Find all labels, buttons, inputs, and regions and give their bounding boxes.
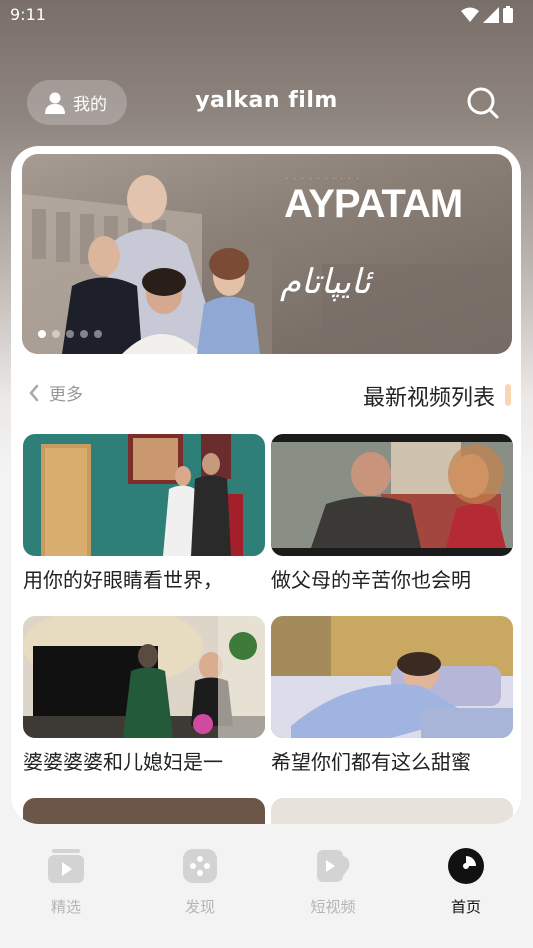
bottom-tab-bar: 精选 发现 短视频 首页 [0,832,533,948]
status-icons [461,6,513,23]
video-card[interactable]: 用你的好眼睛看世界， [23,434,265,593]
battery-icon [503,6,513,23]
more-link[interactable]: 更多 [29,380,83,405]
video-caption[interactable]: 希望你们都有这么甜蜜 [271,746,513,775]
carousel-indicators [38,330,102,338]
carousel-dot[interactable] [94,330,102,338]
banner-script-title: ئايپاتام [280,262,371,302]
video-card[interactable] [23,798,265,824]
video-caption[interactable]: 婆婆婆婆和儿媳妇是一 [23,746,265,775]
tab-home[interactable]: 首页 [426,846,506,917]
more-label: 更多 [49,385,83,405]
tab-label: 发现 [184,898,215,916]
video-thumbnail[interactable] [271,434,513,556]
search-icon[interactable] [466,86,500,120]
status-time: 9:11 [10,5,46,24]
banner-title: AYPATAM [284,182,463,226]
brand-logo: yalkan film [195,88,338,113]
tab-short-video[interactable]: 短视频 [293,846,373,917]
video-caption[interactable]: 用你的好眼睛看世界， [23,564,265,593]
status-bar: 9:11 [0,0,533,30]
section-title: 最新视频列表 [362,386,495,411]
thumbnail-image [271,616,513,738]
tab-label: 精选 [50,898,81,916]
section-accent-bar [505,384,511,406]
carousel-dot[interactable] [66,330,74,338]
tab-featured[interactable]: 精选 [26,846,106,917]
video-thumbnail[interactable] [23,434,265,556]
video-card[interactable] [271,798,513,824]
thumbnail-image [23,616,265,738]
banner-carousel[interactable]: · · · · · · · · · · AYPATAM ئايپاتام [22,154,512,354]
video-card[interactable]: 希望你们都有这么甜蜜 [271,616,513,775]
wifi-icon [461,7,479,22]
app-header: 我的 yalkan film [0,78,533,128]
video-caption[interactable]: 做父母的辛苦你也会明 [271,564,513,593]
signal-icon [483,6,499,23]
content-card: · · · · · · · · · · AYPATAM ئايپاتام 更多 … [11,146,521,824]
carousel-dot[interactable] [80,330,88,338]
tab-discover[interactable]: 发现 [160,846,240,917]
video-thumbnail[interactable] [271,616,513,738]
carousel-dot[interactable] [52,330,60,338]
home-disc-icon [448,848,484,884]
play-box-icon [48,849,84,883]
video-card[interactable]: 婆婆婆婆和儿媳妇是一 [23,616,265,775]
video-thumbnail[interactable] [271,798,513,824]
tab-label: 首页 [450,898,481,916]
carousel-dot[interactable] [38,330,46,338]
video-card[interactable]: 做父母的辛苦你也会明 [271,434,513,593]
chevron-left-icon [29,384,39,401]
short-video-icon [317,850,350,882]
gamepad-icon [183,849,217,883]
video-thumbnail[interactable] [23,798,265,824]
latest-videos-header: 更多 最新视频列表 [11,372,521,416]
tab-label: 短视频 [310,898,356,916]
video-thumbnail[interactable] [23,616,265,738]
thumbnail-image [23,434,265,556]
thumbnail-image [271,434,513,556]
